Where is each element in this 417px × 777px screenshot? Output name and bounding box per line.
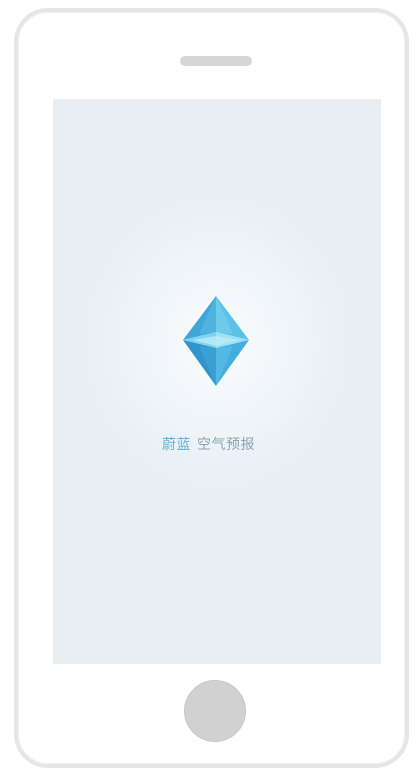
- home-button[interactable]: [184, 680, 246, 742]
- phone-speaker: [180, 56, 252, 66]
- blue-crystal-diamond-icon: [183, 296, 249, 386]
- app-title: 蔚蓝 空气预报: [0, 434, 417, 454]
- app-name: 蔚蓝: [162, 437, 191, 453]
- app-subtitle: 空气预报: [197, 437, 255, 453]
